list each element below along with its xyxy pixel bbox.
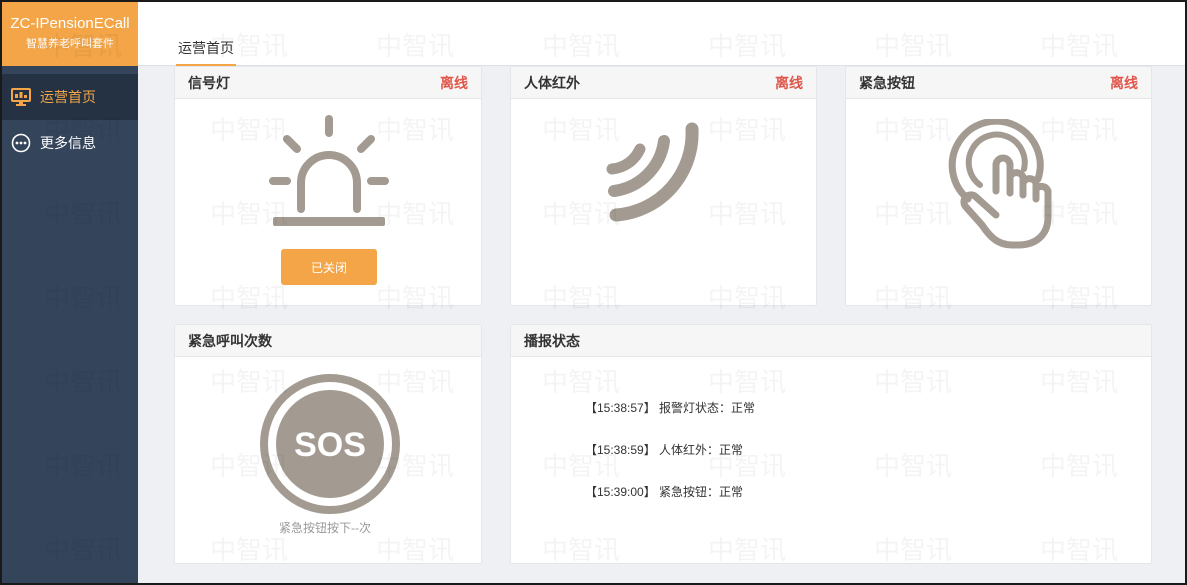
app-subtitle: 智慧养老呼叫套件 [26,38,114,50]
log-entry: 【15:38:57】 报警灯状态：正常 [585,401,756,415]
light-toggle-button[interactable]: 已关闭 [281,249,377,285]
alarm-light-icon [269,115,389,226]
status-badge: 离线 [1110,74,1138,91]
card-header: 信号灯 离线 [175,67,481,99]
log-entry: 【15:38:59】 人体红外：正常 [585,443,744,457]
sidebar-item-more-info[interactable]: 更多信息 [2,120,138,166]
card-header: 人体红外 离线 [511,67,816,99]
sidebar-item-label: 更多信息 [40,135,96,151]
card-title: 播报状态 [524,332,580,349]
monitor-icon [10,86,32,108]
sidebar: ZC-IPensionECall 智慧养老呼叫套件 运营首页 更多信息 [2,2,138,583]
emergency-button-card: 紧急按钮 离线 [845,66,1152,306]
brand-header: ZC-IPensionECall 智慧养老呼叫套件 [2,2,138,66]
signal-light-card: 信号灯 离线 已关闭 [174,66,482,306]
app-window: ZC-IPensionECall 智慧养老呼叫套件 运营首页 更多信息 运营首页… [0,0,1187,585]
card-title: 紧急呼叫次数 [188,332,272,349]
card-header: 紧急呼叫次数 [175,325,481,357]
sidebar-item-home[interactable]: 运营首页 [2,74,138,120]
infrared-waves-icon [606,122,699,222]
more-icon [10,132,32,154]
card-header: 播报状态 [511,325,1151,357]
log-entry: 【15:39:00】 紧急按钮：正常 [585,485,744,499]
top-bar: 运营首页 [138,2,1185,66]
finger-press-icon [948,119,1052,249]
status-badge: 离线 [775,74,803,91]
infrared-card: 人体红外 离线 [510,66,817,306]
card-header: 紧急按钮 离线 [846,67,1151,99]
sidebar-item-label: 运营首页 [40,89,96,105]
card-title: 人体红外 [524,74,580,91]
call-count-caption: 紧急按钮按下--次 [279,521,371,535]
sos-text: SOS [294,426,366,464]
sos-icon: SOS [260,374,400,514]
card-title: 信号灯 [188,74,230,91]
broadcast-status-card: 播报状态 【15:38:57】 报警灯状态：正常 【15:38:59】 人体红外… [510,324,1152,564]
card-title: 紧急按钮 [859,74,915,91]
status-badge: 离线 [440,74,468,91]
call-count-card: 紧急呼叫次数 SOS 紧急按钮按下--次 [174,324,482,564]
app-title: ZC-IPensionECall [10,15,130,32]
tab-home[interactable]: 运营首页 [176,38,236,66]
